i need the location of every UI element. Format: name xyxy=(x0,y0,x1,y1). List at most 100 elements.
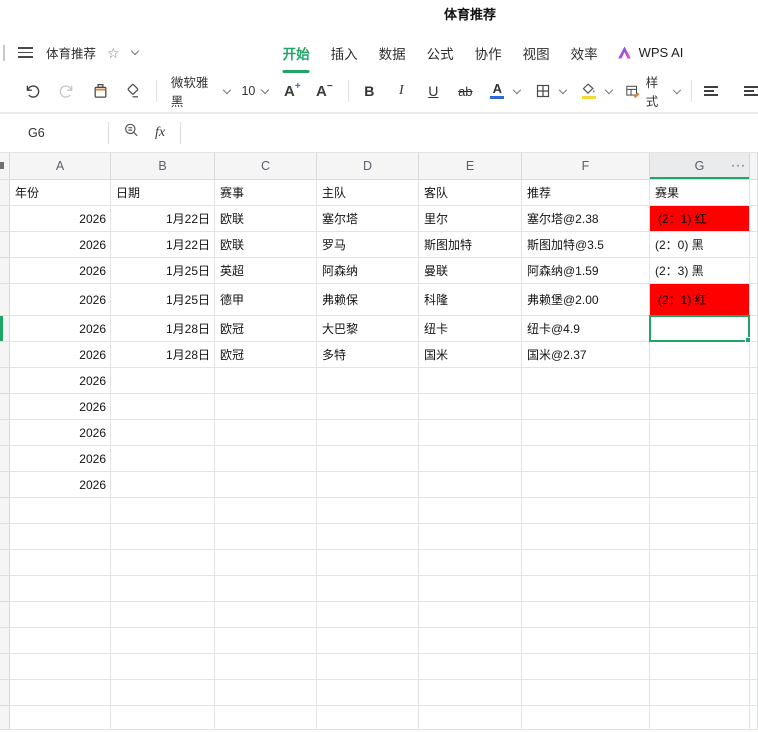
cell-F20[interactable] xyxy=(522,680,650,706)
cell-B19[interactable] xyxy=(111,654,215,680)
cell-E1[interactable]: 客队 xyxy=(419,180,522,206)
cell-D1[interactable]: 主队 xyxy=(317,180,419,206)
cell-E2[interactable]: 里尔 xyxy=(419,206,522,232)
cell-C13[interactable] xyxy=(215,498,317,524)
cell-E12[interactable] xyxy=(419,472,522,498)
cell-C3[interactable]: 欧联 xyxy=(215,232,317,258)
cell-C2[interactable]: 欧联 xyxy=(215,206,317,232)
cell-G10[interactable] xyxy=(650,420,750,446)
cell-F8[interactable] xyxy=(522,368,650,394)
cell-G5[interactable]: (2：1) 红 xyxy=(650,284,750,316)
cell-E18[interactable] xyxy=(419,628,522,654)
cell-B15[interactable] xyxy=(111,550,215,576)
cell-F14[interactable] xyxy=(522,524,650,550)
cell-C18[interactable] xyxy=(215,628,317,654)
fill-color-button[interactable] xyxy=(578,79,600,103)
cell-C21[interactable] xyxy=(215,706,317,730)
align-center-button[interactable] xyxy=(744,86,758,96)
cell-B20[interactable] xyxy=(111,680,215,706)
cell-E16[interactable] xyxy=(419,576,522,602)
row-header-15[interactable] xyxy=(0,550,10,576)
clear-format-button[interactable] xyxy=(121,79,143,103)
cell-F9[interactable] xyxy=(522,394,650,420)
cell-B3[interactable]: 1月22日 xyxy=(111,232,215,258)
cell-D5[interactable]: 弗赖保 xyxy=(317,284,419,316)
cell-B17[interactable] xyxy=(111,602,215,628)
cell-E5[interactable]: 科隆 xyxy=(419,284,522,316)
cell-F10[interactable] xyxy=(522,420,650,446)
cell-G16[interactable] xyxy=(650,576,750,602)
chevron-down-icon[interactable] xyxy=(513,85,522,94)
cell-A20[interactable] xyxy=(10,680,111,706)
cell-A8[interactable]: 2026 xyxy=(10,368,111,394)
cell-C5[interactable]: 德甲 xyxy=(215,284,317,316)
tab-formula[interactable]: 公式 xyxy=(426,41,455,65)
cell-E8[interactable] xyxy=(419,368,522,394)
cell-C16[interactable] xyxy=(215,576,317,602)
bold-button[interactable]: B xyxy=(358,79,380,103)
cell-G21[interactable] xyxy=(650,706,750,730)
cell-D18[interactable] xyxy=(317,628,419,654)
row-header-9[interactable] xyxy=(0,394,10,420)
row-header-10[interactable] xyxy=(0,420,10,446)
cell-G7[interactable] xyxy=(650,342,750,368)
cell-G3[interactable]: (2：0) 黑 xyxy=(650,232,750,258)
cell-G13[interactable] xyxy=(650,498,750,524)
cell-B10[interactable] xyxy=(111,420,215,446)
cell-D17[interactable] xyxy=(317,602,419,628)
cell-E14[interactable] xyxy=(419,524,522,550)
column-header-C[interactable]: C xyxy=(215,153,317,180)
cell-A11[interactable]: 2026 xyxy=(10,446,111,472)
cell-B5[interactable]: 1月25日 xyxy=(111,284,215,316)
cell-C1[interactable]: 赛事 xyxy=(215,180,317,206)
cell-D2[interactable]: 塞尔塔 xyxy=(317,206,419,232)
cell-C20[interactable] xyxy=(215,680,317,706)
cell-F11[interactable] xyxy=(522,446,650,472)
font-size-select[interactable]: 10 xyxy=(241,84,270,98)
cell-D13[interactable] xyxy=(317,498,419,524)
cell-D11[interactable] xyxy=(317,446,419,472)
cell-G17[interactable] xyxy=(650,602,750,628)
cell-G1[interactable]: 赛果 xyxy=(650,180,750,206)
cell-E4[interactable]: 曼联 xyxy=(419,258,522,284)
row-header-7[interactable] xyxy=(0,342,10,368)
increase-font-size-button[interactable]: A + xyxy=(281,79,303,103)
cell-G9[interactable] xyxy=(650,394,750,420)
cell-B7[interactable]: 1月28日 xyxy=(111,342,215,368)
cell-G20[interactable] xyxy=(650,680,750,706)
cell-B18[interactable] xyxy=(111,628,215,654)
cell-G19[interactable] xyxy=(650,654,750,680)
borders-button[interactable] xyxy=(532,79,554,103)
cell-C19[interactable] xyxy=(215,654,317,680)
undo-button[interactable] xyxy=(21,79,43,103)
cell-B16[interactable] xyxy=(111,576,215,602)
tab-home[interactable]: 开始 xyxy=(282,41,311,65)
cell-C14[interactable] xyxy=(215,524,317,550)
cell-E7[interactable]: 国米 xyxy=(419,342,522,368)
cell-B6[interactable]: 1月28日 xyxy=(111,316,215,342)
format-painter-button[interactable] xyxy=(89,79,111,103)
row-header-21[interactable] xyxy=(0,706,10,730)
fill-handle[interactable] xyxy=(745,337,751,343)
cell-B2[interactable]: 1月22日 xyxy=(111,206,215,232)
row-header-14[interactable] xyxy=(0,524,10,550)
strikethrough-button[interactable]: ab xyxy=(454,79,476,103)
cell-G14[interactable] xyxy=(650,524,750,550)
cell-F13[interactable] xyxy=(522,498,650,524)
cell-A12[interactable]: 2026 xyxy=(10,472,111,498)
row-header-5[interactable] xyxy=(0,284,10,316)
formula-input[interactable] xyxy=(181,114,758,152)
cell-G2[interactable]: (2：1) 红 xyxy=(650,206,750,232)
cell-A13[interactable] xyxy=(10,498,111,524)
cell-G11[interactable] xyxy=(650,446,750,472)
cell-C15[interactable] xyxy=(215,550,317,576)
cell-A7[interactable]: 2026 xyxy=(10,342,111,368)
row-header-20[interactable] xyxy=(0,680,10,706)
cell-D3[interactable]: 罗马 xyxy=(317,232,419,258)
cell-C6[interactable]: 欧冠 xyxy=(215,316,317,342)
row-header-1[interactable] xyxy=(0,180,10,206)
row-header-3[interactable] xyxy=(0,232,10,258)
tab-insert[interactable]: 插入 xyxy=(330,41,359,65)
column-header-G[interactable]: G xyxy=(650,153,750,180)
cell-D19[interactable] xyxy=(317,654,419,680)
